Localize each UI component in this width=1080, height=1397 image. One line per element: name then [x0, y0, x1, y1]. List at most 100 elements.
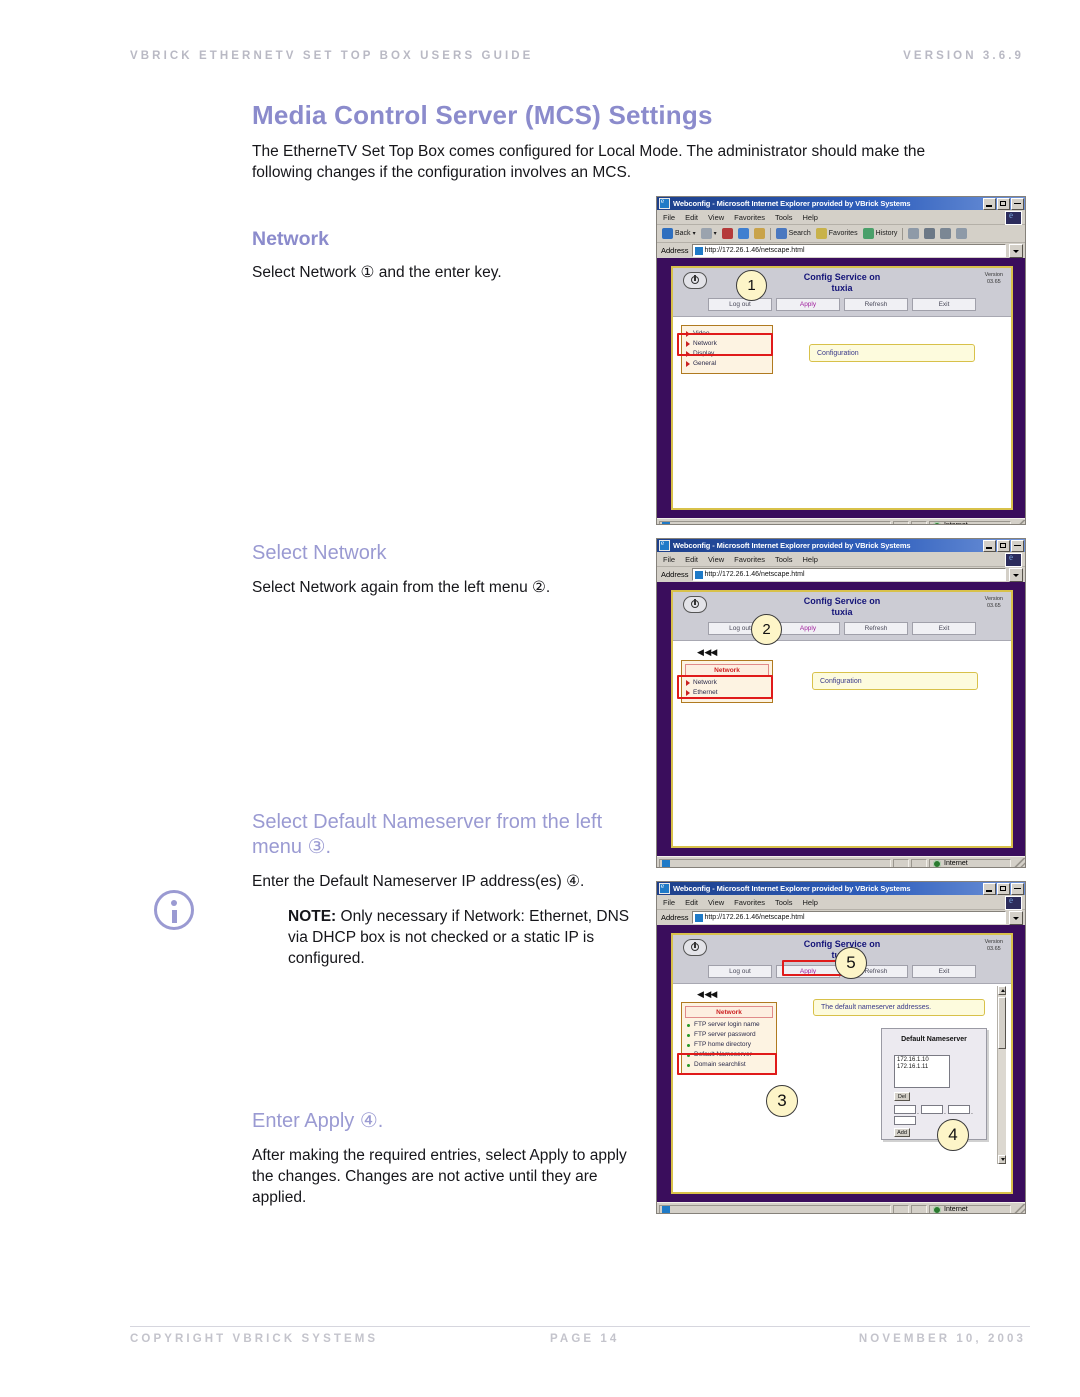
- close-button[interactable]: [1011, 539, 1024, 552]
- exit-button[interactable]: Exit: [912, 622, 976, 635]
- ie-app-icon: [659, 197, 670, 209]
- nameserver-list[interactable]: 172.16.1.10 172.16.1.11: [894, 1055, 950, 1088]
- app-button-row: Log out Apply Refresh Exit: [679, 622, 1005, 635]
- back-arrows[interactable]: ◀ ◀◀: [697, 990, 717, 999]
- menu-edit[interactable]: Edit: [685, 213, 698, 222]
- scroll-up-arrow[interactable]: [998, 986, 1006, 995]
- menu-edit[interactable]: Edit: [685, 898, 698, 907]
- add-button[interactable]: Add: [894, 1128, 910, 1137]
- forward-button[interactable]: ▾: [700, 228, 717, 239]
- edit-icon[interactable]: [940, 228, 952, 239]
- menu-tools[interactable]: Tools: [775, 555, 793, 564]
- scroll-down-arrow[interactable]: [998, 1155, 1006, 1164]
- page-scrollbar[interactable]: [997, 986, 1006, 1164]
- back-button[interactable]: Back ▾: [662, 228, 696, 239]
- address-dropdown-icon[interactable]: [1009, 243, 1023, 258]
- print-icon[interactable]: [924, 228, 936, 239]
- exit-button[interactable]: Exit: [912, 965, 976, 978]
- minimize-button[interactable]: [983, 197, 996, 210]
- menu-item-network[interactable]: Network: [685, 678, 769, 688]
- mail-icon[interactable]: [908, 228, 920, 239]
- menu-view[interactable]: View: [708, 213, 724, 222]
- menu-item-ethernet[interactable]: Ethernet: [685, 688, 769, 698]
- footer-date: NOVEMBER 10, 2003: [858, 1333, 1026, 1345]
- address-input[interactable]: http://172.26.1.46/netscape.html: [691, 568, 1006, 581]
- discuss-icon[interactable]: [956, 228, 968, 239]
- resize-grip[interactable]: [1013, 1204, 1025, 1213]
- section-select-network-body: Select Network again from the left menu …: [252, 579, 551, 596]
- menu-help[interactable]: Help: [803, 555, 818, 564]
- address-dropdown-icon[interactable]: [1009, 910, 1023, 925]
- menu-edit[interactable]: Edit: [685, 555, 698, 564]
- refresh-button[interactable]: Refresh: [844, 622, 908, 635]
- menu-item-ftp-password[interactable]: FTP server password: [685, 1030, 773, 1040]
- power-icon[interactable]: [683, 939, 707, 956]
- maximize-button[interactable]: [997, 197, 1010, 210]
- apply-button[interactable]: Apply: [776, 965, 840, 978]
- ip-octet-1-input[interactable]: [894, 1105, 916, 1114]
- close-button[interactable]: [1011, 882, 1024, 895]
- ip-octet-2-input[interactable]: [921, 1105, 943, 1114]
- configuration-box[interactable]: Configuration: [812, 672, 978, 690]
- home-icon[interactable]: [753, 228, 765, 239]
- refresh-icon[interactable]: [737, 228, 749, 239]
- scroll-thumb[interactable]: [998, 997, 1006, 1049]
- refresh-button[interactable]: Refresh: [844, 298, 908, 311]
- list-item[interactable]: 172.16.1.10: [897, 1057, 949, 1064]
- logout-button[interactable]: Log out: [708, 965, 772, 978]
- menu-item-video[interactable]: Video: [685, 329, 769, 339]
- power-icon[interactable]: [683, 596, 707, 613]
- maximize-button[interactable]: [997, 882, 1010, 895]
- address-value: http://172.26.1.46/netscape.html: [704, 247, 805, 254]
- menu-help[interactable]: Help: [803, 898, 818, 907]
- minimize-button[interactable]: [983, 539, 996, 552]
- address-dropdown-icon[interactable]: [1009, 567, 1023, 582]
- back-arrows[interactable]: ◀ ◀◀: [697, 648, 717, 657]
- menu-tools[interactable]: Tools: [775, 898, 793, 907]
- menu-view[interactable]: View: [708, 555, 724, 564]
- search-button[interactable]: Search: [775, 228, 811, 239]
- ip-octet-4-input[interactable]: [894, 1116, 916, 1125]
- menu-file[interactable]: File: [663, 898, 675, 907]
- stop-icon[interactable]: [721, 228, 733, 239]
- minimize-button[interactable]: [983, 882, 996, 895]
- apply-button[interactable]: Apply: [776, 622, 840, 635]
- ip-octet-3-input[interactable]: [948, 1105, 970, 1114]
- menu-favorites[interactable]: Favorites: [734, 213, 765, 222]
- favorites-button[interactable]: Favorites: [815, 228, 858, 239]
- delete-button[interactable]: Del: [894, 1092, 910, 1101]
- section-default-nameserver-body: Enter the Default Nameserver IP address(…: [252, 873, 585, 890]
- address-label: Address: [661, 913, 689, 922]
- menu-item-general[interactable]: General: [685, 359, 769, 369]
- address-input[interactable]: http://172.26.1.46/netscape.html: [691, 911, 1006, 924]
- menu-file[interactable]: File: [663, 555, 675, 564]
- configuration-box[interactable]: Configuration: [809, 344, 975, 362]
- power-icon[interactable]: [683, 272, 707, 289]
- menu-item-domain-searchlist[interactable]: Domain searchlist: [685, 1060, 773, 1070]
- maximize-button[interactable]: [997, 539, 1010, 552]
- address-value: http://172.26.1.46/netscape.html: [704, 571, 805, 578]
- menu-item-ftp-login[interactable]: FTP server login name: [685, 1020, 773, 1030]
- resize-grip[interactable]: [1013, 858, 1025, 867]
- resize-grip[interactable]: [1013, 520, 1025, 524]
- menu-item-default-nameserver[interactable]: Default Nameserver: [685, 1050, 773, 1060]
- menu-file[interactable]: File: [663, 213, 675, 222]
- apply-button[interactable]: Apply: [776, 298, 840, 311]
- list-item[interactable]: 172.16.1.11: [897, 1064, 949, 1071]
- exit-button[interactable]: Exit: [912, 298, 976, 311]
- menu-item-network[interactable]: Network: [685, 339, 769, 349]
- menu-favorites[interactable]: Favorites: [734, 555, 765, 564]
- menu-favorites[interactable]: Favorites: [734, 898, 765, 907]
- close-button[interactable]: [1011, 197, 1024, 210]
- version-value: 03.65: [986, 279, 1001, 285]
- history-button[interactable]: History: [862, 228, 897, 239]
- logout-button[interactable]: Log out: [708, 298, 772, 311]
- menu-item-ftp-home[interactable]: FTP home directory: [685, 1040, 773, 1050]
- menu-help[interactable]: Help: [803, 213, 818, 222]
- menu-view[interactable]: View: [708, 898, 724, 907]
- menu-item-display[interactable]: Display: [685, 349, 769, 359]
- callout-4: 4: [937, 1119, 969, 1151]
- menu-tools[interactable]: Tools: [775, 213, 793, 222]
- intro-paragraph: The EtherneTV Set Top Box comes configur…: [252, 143, 926, 181]
- address-input[interactable]: http://172.26.1.46/netscape.html: [691, 244, 1006, 257]
